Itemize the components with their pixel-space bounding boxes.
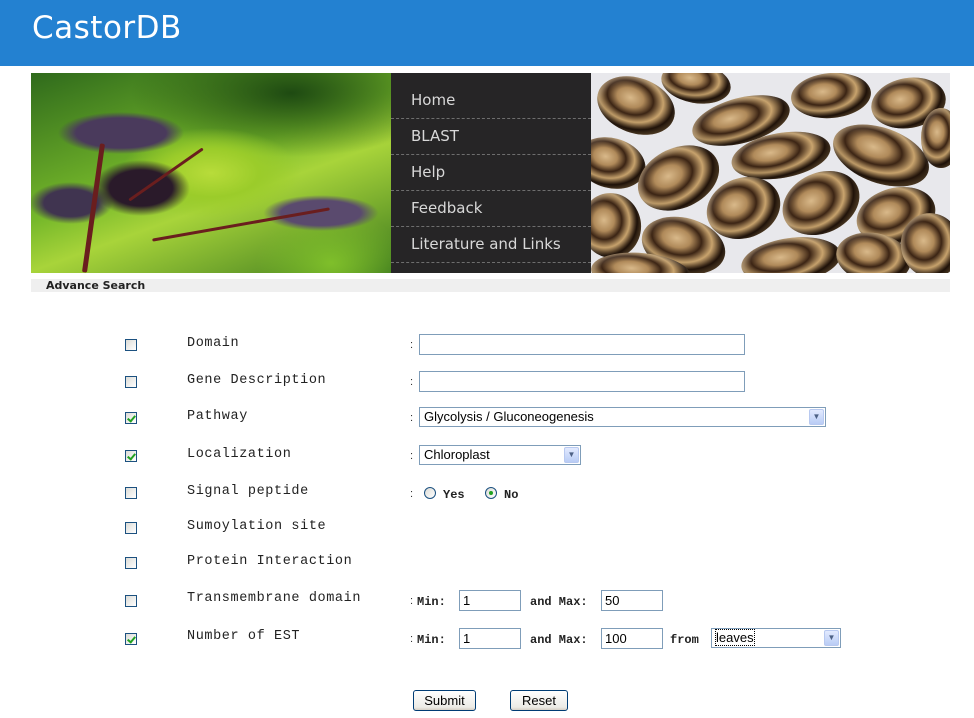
localization-select[interactable]: Chloroplast ▼ <box>419 445 581 465</box>
domain-input[interactable] <box>419 334 745 355</box>
sumoylation-checkbox[interactable] <box>125 522 137 534</box>
est-checkbox[interactable] <box>125 633 137 645</box>
transmembrane-min-input[interactable] <box>459 590 521 611</box>
separator: : <box>410 376 414 388</box>
row-pathway: Pathway : Glycolysis / Gluconeogenesis ▼ <box>0 407 974 431</box>
separator: : <box>410 595 414 607</box>
row-gene-description: Gene Description : <box>0 371 974 395</box>
signal-peptide-label: Signal peptide <box>187 484 309 499</box>
nav-help[interactable]: Help <box>391 155 591 191</box>
site-header: CastorDB <box>0 0 974 66</box>
nav-feedback[interactable]: Feedback <box>391 191 591 227</box>
pathway-checkbox[interactable] <box>125 412 137 424</box>
est-tissue-select[interactable]: leaves ▼ <box>711 628 841 648</box>
section-bar: Advance Search <box>31 279 950 292</box>
signal-peptide-no-radio[interactable] <box>485 487 497 499</box>
pathway-label: Pathway <box>187 409 248 424</box>
row-localization: Localization : Chloroplast ▼ <box>0 445 974 469</box>
nav-home[interactable]: Home <box>391 83 591 119</box>
est-max-label: and Max: <box>530 633 588 647</box>
signal-peptide-no-label: No <box>504 488 519 502</box>
submit-button[interactable]: Submit <box>413 690 476 711</box>
transmembrane-label: Transmembrane domain <box>187 591 362 606</box>
transmembrane-max-label: and Max: <box>530 595 588 609</box>
row-signal-peptide: Signal peptide : Yes No <box>0 482 974 506</box>
transmembrane-checkbox[interactable] <box>125 595 137 607</box>
domain-label: Domain <box>187 336 240 351</box>
est-min-input[interactable] <box>459 628 521 649</box>
signal-peptide-yes-radio[interactable] <box>424 487 436 499</box>
chevron-down-icon[interactable]: ▼ <box>564 447 579 463</box>
gene-description-label: Gene Description <box>187 373 327 388</box>
est-from-label: from <box>670 633 699 647</box>
row-domain: Domain : <box>0 334 974 358</box>
separator: : <box>410 412 414 424</box>
nav-literature-and-links[interactable]: Literature and Links <box>391 227 591 263</box>
protein-interaction-label: Protein Interaction <box>187 554 353 569</box>
gene-description-checkbox[interactable] <box>125 376 137 388</box>
localization-label: Localization <box>187 447 292 462</box>
chevron-down-icon[interactable]: ▼ <box>824 630 839 646</box>
chevron-down-icon[interactable]: ▼ <box>809 409 824 425</box>
row-protein-interaction: Protein Interaction <box>0 552 974 576</box>
section-title: Advance Search <box>46 279 146 292</box>
row-est: Number of EST : Min: and Max: from leave… <box>0 628 974 652</box>
row-transmembrane: Transmembrane domain : Min: and Max: <box>0 590 974 614</box>
localization-selected-value: Chloroplast <box>424 447 490 462</box>
signal-peptide-yes-label: Yes <box>443 488 465 502</box>
localization-checkbox[interactable] <box>125 450 137 462</box>
sumoylation-label: Sumoylation site <box>187 519 327 534</box>
pathway-select[interactable]: Glycolysis / Gluconeogenesis ▼ <box>419 407 826 427</box>
domain-checkbox[interactable] <box>125 339 137 351</box>
est-max-input[interactable] <box>601 628 663 649</box>
signal-peptide-checkbox[interactable] <box>125 487 137 499</box>
est-min-label: Min: <box>417 633 446 647</box>
separator: : <box>410 450 414 462</box>
gene-description-input[interactable] <box>419 371 745 392</box>
separator: : <box>410 339 414 351</box>
reset-button[interactable]: Reset <box>510 690 568 711</box>
castor-plant-photo <box>31 73 391 273</box>
protein-interaction-checkbox[interactable] <box>125 557 137 569</box>
main-nav: Home BLAST Help Feedback Literature and … <box>391 73 591 273</box>
pathway-selected-value: Glycolysis / Gluconeogenesis <box>424 409 594 424</box>
site-title: CastorDB <box>32 10 182 46</box>
separator: : <box>410 633 414 645</box>
banner: Home BLAST Help Feedback Literature and … <box>31 73 950 273</box>
castor-seeds-photo <box>591 73 950 273</box>
nav-blast[interactable]: BLAST <box>391 119 591 155</box>
est-tissue-selected-value: leaves <box>715 629 755 646</box>
row-sumoylation: Sumoylation site <box>0 517 974 541</box>
est-label: Number of EST <box>187 629 301 644</box>
transmembrane-min-label: Min: <box>417 595 446 609</box>
separator: : <box>410 488 414 500</box>
transmembrane-max-input[interactable] <box>601 590 663 611</box>
